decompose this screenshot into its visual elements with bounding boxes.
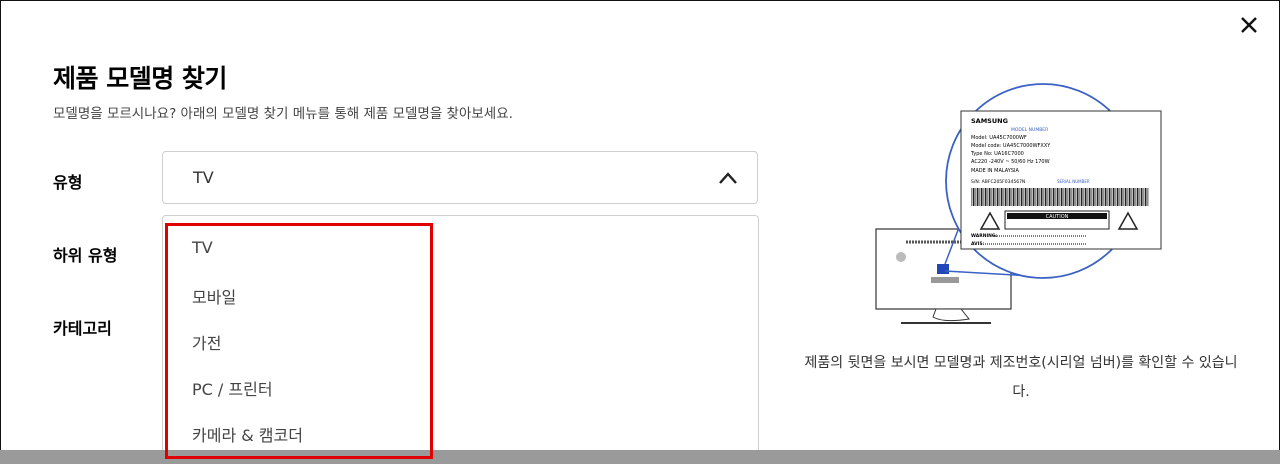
- label-made-in: MADE IN MALAYSIA: [971, 168, 1020, 174]
- type-select[interactable]: TV: [162, 151, 758, 204]
- option-pc-printer[interactable]: PC / 프린터: [192, 376, 273, 400]
- barcode-graphic: [971, 188, 1149, 206]
- label-serial: S/N: ABFC205F034567N: [971, 179, 1025, 185]
- option-appliance[interactable]: 가전: [192, 330, 221, 354]
- label-avis: AVIS:: [971, 241, 985, 247]
- label-power: AC220 -240V ~ 50/60 Hz 170W: [971, 159, 1050, 165]
- option-camera[interactable]: 카메라 & 캠코더: [192, 422, 303, 446]
- tv-label-illustration: SAMSUNG MODEL NUMBER Model: UA45C7000WF …: [875, 83, 1162, 324]
- label-model-code: Model code: UA45C7000WFXXY: [971, 143, 1051, 149]
- type-select-value: TV: [193, 168, 214, 187]
- close-icon: [1241, 17, 1257, 33]
- category-label: 카테고리: [53, 319, 112, 338]
- background-strip: [0, 450, 1280, 464]
- type-label: 유형: [53, 173, 83, 192]
- option-tv[interactable]: TV: [192, 238, 213, 257]
- close-button[interactable]: [1235, 11, 1263, 39]
- label-caution: CAUTION: [1046, 214, 1069, 220]
- label-brand: SAMSUNG: [971, 117, 1008, 125]
- label-model: Model: UA45C7000WF: [971, 135, 1027, 141]
- type-dropdown-list: TV 모바일 가전 PC / 프린터 카메라 & 캠코더: [162, 215, 759, 463]
- option-mobile[interactable]: 모바일: [192, 284, 236, 308]
- label-serial-tag: SERIAL NUMBER: [1057, 179, 1090, 184]
- subtype-label: 하위 유형: [53, 246, 118, 265]
- dialog-title: 제품 모델명 찾기: [53, 64, 227, 93]
- dialog-subtitle: 모델명을 모르시나요? 아래의 모델명 찾기 메뉴를 통해 제품 모델명을 찾아…: [53, 106, 513, 122]
- find-model-dialog: 제품 모델명 찾기 모델명을 모르시나요? 아래의 모델명 찾기 메뉴를 통해 …: [0, 0, 1280, 464]
- label-model-number-tag: MODEL NUMBER: [1011, 127, 1048, 133]
- illustration-caption: 제품의 뒷면을 보시면 모델명과 제조번호(시리얼 넘버)를 확인할 수 있습니…: [804, 355, 1238, 400]
- label-type-no: Type No: UA16C7000: [970, 151, 1024, 157]
- chevron-up-icon: [719, 172, 737, 184]
